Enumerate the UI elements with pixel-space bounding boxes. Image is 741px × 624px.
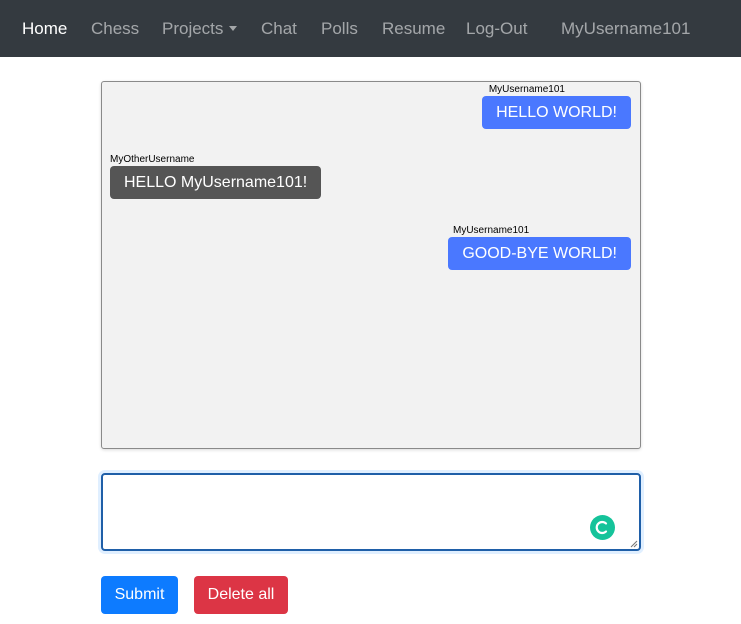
message-username: MyOtherUsername: [110, 154, 195, 165]
message-bubble: HELLO WORLD!: [482, 96, 631, 129]
caret-down-icon: [229, 26, 238, 31]
grammarly-icon[interactable]: [590, 515, 615, 540]
message-input[interactable]: [101, 473, 641, 551]
message-bubble: GOOD-BYE WORLD!: [448, 237, 631, 270]
nav-resume[interactable]: Resume: [382, 0, 445, 57]
nav-logout[interactable]: Log-Out: [466, 0, 527, 57]
message-username: MyUsername101: [453, 225, 530, 236]
nav-chess[interactable]: Chess: [91, 0, 139, 57]
nav-projects-dropdown[interactable]: Projects: [162, 0, 238, 57]
nav-username[interactable]: MyUsername101: [561, 0, 690, 57]
message-bubble: HELLO MyUsername101!: [110, 166, 322, 199]
resize-handle-icon[interactable]: [630, 540, 638, 548]
submit-button[interactable]: Submit: [101, 576, 178, 614]
chat-messages-panel[interactable]: MyUsername101 HELLO WORLD! MyOtherUserna…: [101, 81, 641, 449]
navbar: Home Chess Projects Chat Polls Resume Lo…: [0, 0, 741, 57]
nav-polls[interactable]: Polls: [321, 0, 358, 57]
delete-all-button[interactable]: Delete all: [194, 576, 288, 614]
nav-projects-label: Projects: [162, 19, 224, 38]
message-username: MyUsername101: [488, 84, 565, 95]
nav-home[interactable]: Home: [22, 0, 67, 57]
nav-chat[interactable]: Chat: [261, 0, 297, 57]
